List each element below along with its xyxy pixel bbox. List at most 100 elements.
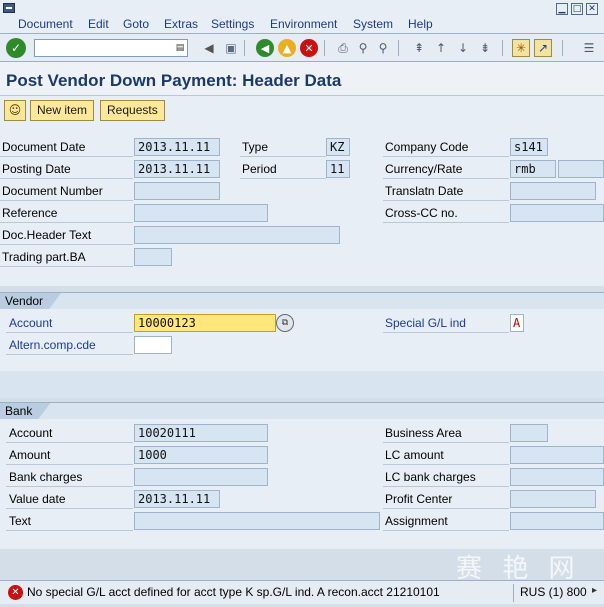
menu-extras[interactable]: Extras <box>164 17 198 31</box>
exit-icon[interactable]: ▲ <box>278 39 296 57</box>
menu-system[interactable]: System <box>353 17 393 31</box>
posting-date-field[interactable]: 2013.11.11 <box>134 160 220 178</box>
status-expand-icon[interactable]: ▸ <box>592 585 597 596</box>
label-underline <box>6 486 133 487</box>
menu-edit[interactable]: Edit <box>88 17 109 31</box>
search-help-icon[interactable]: ⧉ <box>276 314 294 332</box>
translation-date-label: Translatn Date <box>385 184 464 198</box>
bank-account-field[interactable]: 10020111 <box>134 424 268 442</box>
lc-amount-field[interactable] <box>510 446 604 464</box>
close-window-icon[interactable]: ✕ <box>586 3 598 15</box>
status-bar: ✕ No special G/L acct defined for acct t… <box>0 580 604 604</box>
type-field[interactable]: KZ <box>326 138 350 156</box>
alternative-company-code-field[interactable] <box>134 336 172 354</box>
new-item-button[interactable]: New item <box>30 100 95 121</box>
application-toolbar: ☺ New item Requests <box>0 96 604 126</box>
label-underline <box>383 222 509 223</box>
maximize-icon[interactable]: □ <box>571 3 583 15</box>
company-code-field[interactable]: s141 <box>510 138 548 156</box>
back-icon[interactable]: ◀ <box>256 39 274 57</box>
bank-charges-field[interactable] <box>134 468 268 486</box>
find-icon[interactable]: ⚲ <box>354 39 372 57</box>
menu-environment[interactable]: Environment <box>270 17 337 31</box>
currency-field[interactable]: rmb <box>510 160 556 178</box>
vendor-account-field[interactable]: 10000123 <box>134 314 276 332</box>
previous-page-icon[interactable]: ↑ <box>432 39 450 57</box>
shortcut-icon[interactable]: ↗ <box>534 39 552 57</box>
toolbar-separator <box>562 40 563 56</box>
assignment-field[interactable] <box>510 512 604 530</box>
cross-cc-label: Cross-CC no. <box>385 206 458 220</box>
special-gl-indicator-field[interactable]: A <box>510 314 524 332</box>
amount-field[interactable]: 1000 <box>134 446 268 464</box>
business-area-label: Business Area <box>385 426 462 440</box>
label-underline <box>383 530 509 531</box>
toolbar-separator <box>502 40 503 56</box>
first-page-icon[interactable]: ⇞ <box>410 39 428 57</box>
lc-bank-charges-field[interactable] <box>510 468 604 486</box>
cross-cc-field[interactable] <box>510 204 604 222</box>
last-page-icon[interactable]: ⇟ <box>476 39 494 57</box>
menu-settings[interactable]: Settings <box>211 17 254 31</box>
alternative-company-code-label: Altern.comp.cde <box>9 338 96 352</box>
menu-bar: Document Edit Goto Extras Settings Envir… <box>0 0 604 34</box>
requests-button[interactable]: Requests <box>100 100 165 121</box>
lc-bank-charges-label: LC bank charges <box>385 470 476 484</box>
value-date-label: Value date <box>9 492 66 506</box>
save-icon[interactable]: ▣ <box>222 39 240 57</box>
period-field[interactable]: 11 <box>326 160 350 178</box>
amount-label: Amount <box>9 448 51 462</box>
profit-center-label: Profit Center <box>385 492 453 506</box>
profit-center-field[interactable] <box>510 490 596 508</box>
back-triangle-icon[interactable]: ◀ <box>200 39 218 57</box>
command-field[interactable]: ▤ <box>34 39 188 57</box>
enter-check-icon[interactable]: ✓ <box>6 38 26 58</box>
label-underline <box>383 178 509 179</box>
command-dropdown-icon[interactable]: ▤ <box>174 41 186 55</box>
status-message[interactable]: No special G/L acct defined for acct typ… <box>27 585 440 599</box>
business-area-field[interactable] <box>510 424 548 442</box>
person-icon[interactable]: ☺ <box>4 100 26 121</box>
reference-field[interactable] <box>134 204 268 222</box>
document-number-field[interactable] <box>134 182 220 200</box>
label-underline <box>0 156 133 157</box>
document-number-label: Document Number <box>2 184 103 198</box>
menu-goto[interactable]: Goto <box>123 17 149 31</box>
type-label: Type <box>242 140 269 154</box>
minimize-icon[interactable]: ▁ <box>556 3 568 15</box>
doc-header-text-field[interactable] <box>134 226 340 244</box>
toolbar-separator <box>244 40 245 56</box>
lc-amount-label: LC amount <box>385 448 444 462</box>
label-underline <box>240 156 326 157</box>
document-date-field[interactable]: 2013.11.11 <box>134 138 220 156</box>
label-underline <box>0 244 133 245</box>
print-icon[interactable]: ⎙ <box>334 39 352 57</box>
text-label: Text <box>9 514 32 528</box>
exchange-rate-field[interactable] <box>558 160 604 178</box>
menu-help[interactable]: Help <box>408 17 433 31</box>
system-info: RUS (1) 800 <box>520 585 587 599</box>
find-next-icon[interactable]: ⚲ <box>374 39 392 57</box>
currency-rate-label: Currency/Rate <box>385 162 463 176</box>
create-session-icon[interactable]: ✳ <box>512 39 530 57</box>
label-underline <box>383 508 509 509</box>
label-underline <box>6 354 133 355</box>
special-gl-indicator-label: Special G/L ind <box>385 316 466 330</box>
label-underline <box>0 266 133 267</box>
label-underline <box>6 508 133 509</box>
value-date-field[interactable]: 2013.11.11 <box>134 490 220 508</box>
label-underline <box>6 442 133 443</box>
text-field[interactable] <box>134 512 380 530</box>
assignment-label: Assignment <box>385 514 448 528</box>
next-page-icon[interactable]: ↓ <box>454 39 472 57</box>
customize-layout-icon[interactable]: ☰ <box>580 39 598 57</box>
vendor-group-title: Vendor <box>0 293 61 309</box>
menu-document[interactable]: Document <box>18 17 73 31</box>
system-menu-icon[interactable] <box>3 3 15 13</box>
trading-partner-field[interactable] <box>134 248 172 266</box>
error-icon: ✕ <box>8 585 23 600</box>
company-code-label: Company Code <box>385 140 469 154</box>
cancel-icon[interactable]: ✕ <box>300 39 318 57</box>
label-underline <box>0 200 133 201</box>
translation-date-field[interactable] <box>510 182 596 200</box>
